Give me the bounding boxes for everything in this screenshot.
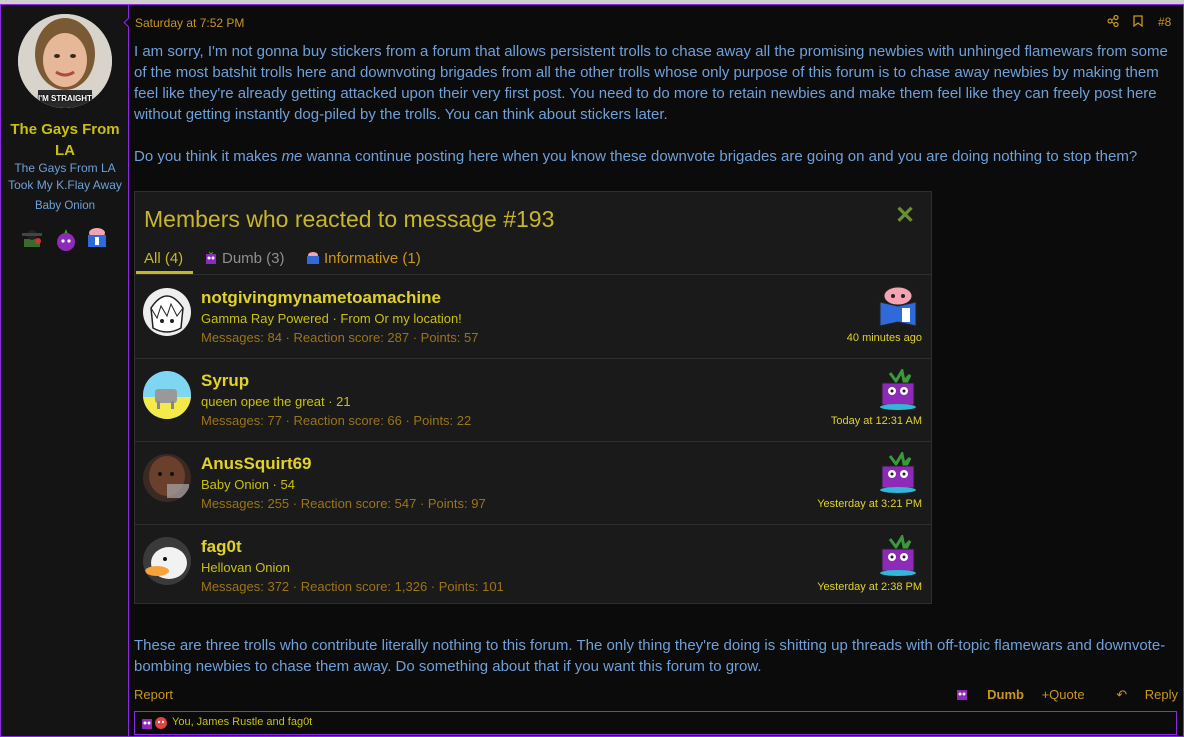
reactor-name[interactable]: notgivingmynametoamachine [201, 288, 441, 308]
close-icon[interactable]: ✕ [895, 204, 915, 228]
dumb-icon [876, 532, 922, 577]
reaction-time[interactable]: 40 minutes ago [847, 332, 922, 344]
reactor-avatar[interactable] [143, 454, 191, 502]
author-title-line2: Took My K.Flay Away [8, 178, 122, 192]
reactor-name[interactable]: AnusSquirt69 [201, 454, 312, 474]
post-number[interactable]: #8 [1158, 15, 1171, 29]
reactor-stats: Messages: 77 · Reaction score: 66 · Poin… [201, 413, 472, 428]
tab-dumb-label: Dumb (3) [222, 250, 285, 267]
reactor-row: fag0t Hellovan Onion Messages: 372 · Rea… [135, 525, 931, 607]
reaction-summary-bar[interactable]: You, James Rustle and fag0t [134, 711, 1177, 735]
sidebar-arrow [123, 17, 134, 28]
author-avatar[interactable]: I'M STRAIGHT [18, 14, 112, 108]
report-link[interactable]: Report [134, 687, 173, 702]
reply-button[interactable]: ↶ Reply [1102, 687, 1178, 702]
trophy-figure-icon [20, 227, 44, 254]
tab-all-label: All (4) [144, 250, 184, 267]
active-tab-indicator [136, 271, 193, 274]
post-paragraph-2-end: wanna continue posting here when you kno… [302, 148, 1138, 165]
tab-informative[interactable]: Informative (1) [306, 250, 421, 269]
reactor-name[interactable]: Syrup [201, 371, 249, 391]
reaction-summary-text: You, James Rustle and fag0t [172, 716, 313, 728]
reactor-row: AnusSquirt69 Baby Onion · 54 Messages: 2… [135, 442, 931, 525]
author-username[interactable]: The Gays From LA [2, 119, 128, 161]
reactor-subtitle: Baby Onion · 54 [201, 477, 295, 492]
post-footer: Report Dumb +Quote ↶ Reply [134, 685, 1178, 705]
author-title-line1: The Gays From LA [14, 161, 116, 175]
tab-informative-label: Informative (1) [324, 250, 421, 267]
reactor-avatar[interactable] [143, 371, 191, 419]
dumb-icon [876, 449, 922, 494]
reaction-time[interactable]: Yesterday at 3:21 PM [817, 498, 922, 510]
post-paragraph-2-emphasis: me [281, 148, 303, 165]
author-title: The Gays From LA Took My K.Flay Away [2, 160, 128, 194]
post-paragraph-1: I am sorry, I'm not gonna buy stickers f… [134, 43, 1168, 123]
post-header-actions: #8 [1107, 14, 1177, 31]
post-paragraph-2-start: Do you think it makes [134, 148, 282, 165]
reply-icon: ↶ [1116, 687, 1131, 702]
reactor-row: Syrup queen opee the great · 21 Messages… [135, 359, 931, 442]
dumb-icon [876, 366, 922, 411]
reactor-stats: Messages: 372 · Reaction score: 1,326 · … [201, 579, 504, 594]
reactor-avatar[interactable] [143, 537, 191, 585]
reactor-subtitle: Gamma Ray Powered · From Or my location! [201, 311, 462, 326]
avatar-caption: I'M STRAIGHT [38, 94, 92, 103]
like-icon [154, 716, 168, 735]
reactor-row: notgivingmynametoamachine Gamma Ray Powe… [135, 276, 931, 359]
dumb-icon [140, 716, 154, 735]
forum-post: I'M STRAIGHT The Gays From LA The Gays F… [0, 4, 1184, 737]
post-actions: Dumb +Quote ↶ Reply [941, 687, 1178, 703]
tab-dumb[interactable]: Dumb (3) [204, 250, 285, 269]
post-body: I am sorry, I'm not gonna buy stickers f… [134, 41, 1174, 167]
post-paragraph-3: These are three trolls who contribute li… [134, 637, 1166, 675]
bookmark-icon[interactable] [1133, 15, 1143, 30]
post-user-sidebar: I'M STRAIGHT The Gays From LA The Gays F… [2, 5, 134, 736]
reactions-panel-title: Members who reacted to message #193 [144, 206, 555, 232]
author-banner: Baby Onion [34, 200, 96, 212]
reactor-stats: Messages: 84 · Reaction score: 287 · Poi… [201, 330, 479, 345]
post-timestamp[interactable]: Saturday at 7:52 PM [135, 16, 244, 30]
dumb-icon [957, 690, 968, 700]
dumb-icon [204, 251, 218, 269]
share-icon[interactable] [1107, 14, 1119, 30]
post-paragraph-2: Do you think it makes me wanna continue … [134, 146, 1174, 167]
reactions-panel: Members who reacted to message #193 ✕ Al… [134, 191, 932, 604]
onion-icon [55, 227, 77, 256]
reaction-time[interactable]: Today at 12:31 AM [831, 415, 922, 427]
dumb-reaction-label: Dumb [987, 687, 1024, 702]
reactor-subtitle: Hellovan Onion [201, 560, 290, 575]
reactor-stats: Messages: 255 · Reaction score: 547 · Po… [201, 496, 486, 511]
reply-label: Reply [1144, 687, 1178, 702]
informative-icon [876, 286, 922, 328]
informative-icon [306, 251, 320, 269]
author-badges [20, 227, 115, 251]
reactor-name[interactable]: fag0t [201, 537, 242, 557]
reactor-subtitle: queen opee the great · 21 [201, 394, 351, 409]
quote-button[interactable]: +Quote [1042, 687, 1085, 702]
informative-brain-icon [86, 227, 108, 254]
reaction-tabs: All (4) Dumb (3) Informative (1) [135, 240, 931, 275]
reactor-avatar[interactable] [143, 288, 191, 336]
tab-all[interactable]: All (4) [144, 250, 183, 267]
dumb-reaction-button[interactable]: Dumb [955, 687, 1024, 702]
reaction-time[interactable]: Yesterday at 2:38 PM [817, 581, 922, 593]
